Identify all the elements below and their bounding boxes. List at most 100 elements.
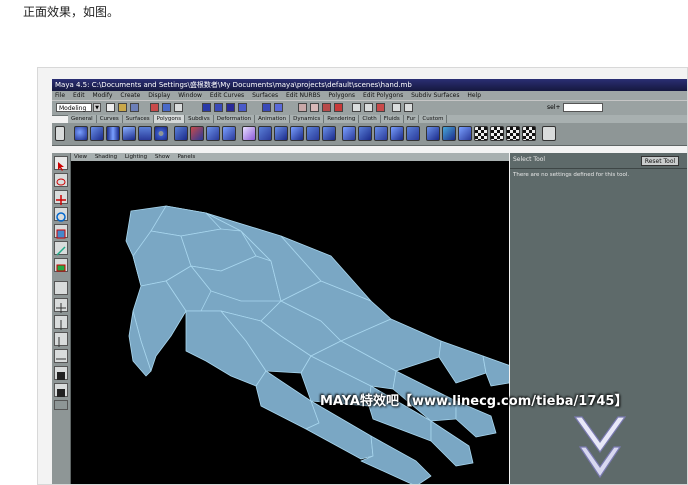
menu-edit-polygons[interactable]: Edit Polygons bbox=[360, 92, 406, 99]
menu-window[interactable]: Window bbox=[175, 92, 205, 99]
quick-selection-field[interactable] bbox=[563, 103, 603, 112]
snap-point-icon[interactable] bbox=[226, 103, 235, 112]
poly-bridge-icon[interactable] bbox=[290, 126, 304, 141]
menu-subdiv-surfaces[interactable]: Subdiv Surfaces bbox=[408, 92, 462, 99]
tab-surfaces[interactable]: Surfaces bbox=[123, 115, 154, 123]
poly-merge-icon[interactable] bbox=[174, 126, 188, 141]
poly-subdivide-icon[interactable] bbox=[342, 126, 356, 141]
menu-display[interactable]: Display bbox=[145, 92, 173, 99]
open-scene-icon[interactable] bbox=[118, 103, 127, 112]
menu-polygons[interactable]: Polygons bbox=[325, 92, 358, 99]
poly-combine-icon[interactable] bbox=[426, 126, 440, 141]
tab-fur[interactable]: Fur bbox=[404, 115, 420, 123]
poly-poke-icon[interactable] bbox=[322, 126, 336, 141]
poly-smooth-icon[interactable] bbox=[242, 126, 256, 141]
snap-curve-icon[interactable] bbox=[214, 103, 223, 112]
poly-bevel-icon[interactable] bbox=[274, 126, 288, 141]
uv-checker-1-icon[interactable] bbox=[474, 126, 488, 141]
tab-animation[interactable]: Animation bbox=[255, 115, 291, 123]
persp-outliner-layout-icon[interactable] bbox=[54, 332, 68, 347]
scale-tool-icon[interactable] bbox=[54, 224, 68, 239]
two-pane-layout-icon[interactable] bbox=[54, 315, 68, 330]
reset-tool-button[interactable]: Reset Tool bbox=[641, 156, 679, 166]
poly-split-icon[interactable] bbox=[190, 126, 204, 141]
new-scene-icon[interactable] bbox=[106, 103, 115, 112]
save-scene-icon[interactable] bbox=[130, 103, 139, 112]
chevron-down-icon[interactable]: ▼ bbox=[93, 103, 101, 112]
poly-quadrangulate-icon[interactable] bbox=[374, 126, 388, 141]
panel-menu-shading[interactable]: Shading bbox=[92, 154, 120, 160]
poly-cylinder-icon[interactable] bbox=[106, 126, 120, 141]
tab-subdivs[interactable]: Subdivs bbox=[185, 115, 214, 123]
poly-separate-icon[interactable] bbox=[442, 126, 456, 141]
hypershade-layout-icon[interactable] bbox=[54, 366, 68, 380]
poly-torus-icon[interactable] bbox=[154, 126, 168, 141]
menu-help[interactable]: Help bbox=[464, 92, 484, 99]
panel-menu-panels[interactable]: Panels bbox=[174, 154, 198, 160]
poly-sphere-icon[interactable] bbox=[74, 126, 88, 141]
script-layout-icon[interactable] bbox=[54, 383, 68, 397]
ipr-render-icon[interactable] bbox=[310, 103, 319, 112]
tab-general[interactable]: General bbox=[68, 115, 97, 123]
panel-menu-view[interactable]: View bbox=[71, 154, 90, 160]
menu-edit-curves[interactable]: Edit Curves bbox=[207, 92, 247, 99]
script-editor-icon[interactable] bbox=[392, 103, 401, 112]
tab-curves[interactable]: Curves bbox=[97, 115, 123, 123]
manipulator-tool-icon[interactable] bbox=[54, 241, 68, 256]
poly-cone-icon[interactable] bbox=[122, 126, 136, 141]
move-tool-icon[interactable] bbox=[54, 190, 68, 205]
panel-menu-lighting[interactable]: Lighting bbox=[122, 154, 150, 160]
poly-triangulate-icon[interactable] bbox=[358, 126, 372, 141]
render-globals-icon[interactable] bbox=[322, 103, 331, 112]
channel-box-icon[interactable] bbox=[352, 103, 361, 112]
more-tools-icon[interactable] bbox=[54, 400, 68, 410]
tab-deformation[interactable]: Deformation bbox=[214, 115, 256, 123]
select-component-icon[interactable] bbox=[174, 103, 183, 112]
snap-grid-icon[interactable] bbox=[202, 103, 211, 112]
tab-custom[interactable]: Custom bbox=[419, 115, 448, 123]
poly-reverse-icon[interactable] bbox=[390, 126, 404, 141]
select-object-icon[interactable] bbox=[162, 103, 171, 112]
poly-wedge-icon[interactable] bbox=[306, 126, 320, 141]
four-pane-layout-icon[interactable] bbox=[54, 298, 68, 313]
uv-checker-2-icon[interactable] bbox=[490, 126, 504, 141]
history-icon[interactable] bbox=[262, 103, 271, 112]
hypershade-icon[interactable] bbox=[334, 103, 343, 112]
menu-edit-nurbs[interactable]: Edit NURBS bbox=[283, 92, 323, 99]
last-tool-icon[interactable] bbox=[54, 258, 68, 272]
construction-icon[interactable] bbox=[274, 103, 283, 112]
render-icon[interactable] bbox=[298, 103, 307, 112]
snap-plane-icon[interactable] bbox=[238, 103, 247, 112]
lasso-tool-icon[interactable] bbox=[54, 173, 68, 187]
poly-cube-icon[interactable] bbox=[90, 126, 104, 141]
poly-extrude-edge-icon[interactable] bbox=[222, 126, 236, 141]
menu-edit[interactable]: Edit bbox=[70, 92, 88, 99]
outliner-icon[interactable] bbox=[376, 103, 385, 112]
uv-editor-icon[interactable] bbox=[542, 126, 556, 141]
attribute-editor-icon[interactable] bbox=[404, 103, 413, 112]
menu-surfaces[interactable]: Surfaces bbox=[249, 92, 281, 99]
tab-cloth[interactable]: Cloth bbox=[359, 115, 381, 123]
tab-fluids[interactable]: Fluids bbox=[381, 115, 404, 123]
poly-extrude-face-icon[interactable] bbox=[206, 126, 220, 141]
poly-normals-icon[interactable] bbox=[458, 126, 472, 141]
mode-select[interactable]: Modeling bbox=[56, 103, 92, 112]
uv-checker-3-icon[interactable] bbox=[506, 126, 520, 141]
tab-polygons[interactable]: Polygons bbox=[153, 115, 186, 123]
select-hierarchy-icon[interactable] bbox=[150, 103, 159, 112]
menu-modify[interactable]: Modify bbox=[90, 92, 116, 99]
tab-rendering[interactable]: Rendering bbox=[324, 115, 360, 123]
panel-menu-show[interactable]: Show bbox=[152, 154, 173, 160]
poly-plane-icon[interactable] bbox=[138, 126, 152, 141]
tab-dynamics[interactable]: Dynamics bbox=[290, 115, 325, 123]
perspective-viewport[interactable] bbox=[71, 161, 509, 484]
uv-checker-4-icon[interactable] bbox=[522, 126, 536, 141]
graph-editor-layout-icon[interactable] bbox=[54, 349, 68, 363]
shelf-menu-icon[interactable] bbox=[55, 126, 65, 141]
menu-file[interactable]: File bbox=[52, 92, 68, 99]
menu-create[interactable]: Create bbox=[117, 92, 143, 99]
rotate-tool-icon[interactable] bbox=[54, 207, 68, 222]
single-pane-layout-icon[interactable] bbox=[54, 281, 68, 295]
select-tool-icon[interactable] bbox=[54, 156, 68, 171]
layer-editor-icon[interactable] bbox=[364, 103, 373, 112]
